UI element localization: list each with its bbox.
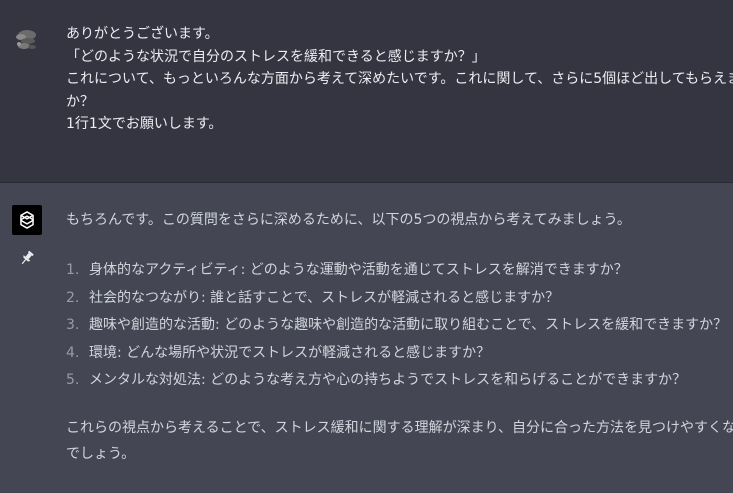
assistant-message: もちろんです。この質問をさらに深めるために、以下の5つの視点から考えてみましょう…	[0, 183, 733, 493]
list-number: 5.	[66, 372, 80, 388]
outro-line: でしょう。	[66, 446, 136, 462]
list-item: 1. 身体的なアクティビティ: どのような運動や活動を通じてストレスを解消できま…	[66, 259, 727, 287]
assistant-outro: これらの視点から考えることで、ストレス緩和に関する理解が深まり、自分に合った方法…	[66, 415, 733, 467]
list-item: 3. 趣味や創造的な活動: どのような趣味や創造的な活動に取り組むことで、ストレ…	[66, 314, 727, 342]
list-number: 3.	[66, 317, 80, 333]
list-number: 2.	[66, 289, 80, 306]
list-text: 社会的なつながり: 誰と話すことで、ストレスが軽減されると感じますか？	[89, 289, 560, 306]
pin-icon[interactable]	[18, 249, 36, 267]
user-line: 1行1文でお願いします。	[66, 116, 223, 133]
user-line: ありがとうございます。	[66, 26, 219, 42]
list-text: 趣味や創造的な活動: どのような趣味や創造的な活動に取り組むことで、ストレスを緩…	[89, 317, 728, 333]
user-message-text: ありがとうございます。 「どのような状況で自分のストレスを緩和できると感じますか…	[66, 23, 733, 136]
user-line: 「どのような状況で自分のストレスを緩和できると感じますか？」	[66, 48, 486, 65]
list-item: 2. 社会的なつながり: 誰と話すことで、ストレスが軽減されると感じますか？	[66, 287, 727, 315]
openai-logo-icon	[12, 205, 42, 235]
list-number: 1.	[66, 262, 80, 278]
list-number: 4.	[66, 344, 80, 361]
user-line: か？	[66, 93, 94, 110]
list-text: 環境: どんな場所や状況でストレスが軽減されると感じますか？	[89, 344, 491, 361]
list-text: メンタルな対処法: どのような考え方や心の持ちようでストレスを和らげることができ…	[89, 372, 687, 388]
user-message: ありがとうございます。 「どのような状況で自分のストレスを緩和できると感じますか…	[0, 0, 733, 183]
list-item: 4. 環境: どんな場所や状況でストレスが軽減されると感じますか？	[66, 342, 727, 370]
assistant-intro: もちろんです。この質問をさらに深めるために、以下の5つの視点から考えてみましょう…	[66, 212, 631, 228]
user-avatar-icon	[10, 24, 42, 56]
outro-line: これらの視点から考えることで、ストレス緩和に関する理解が深まり、自分に合った方法…	[66, 420, 733, 436]
list-item: 5. メンタルな対処法: どのような考え方や心の持ちようでストレスを和らげること…	[66, 369, 727, 397]
assistant-list: 1. 身体的なアクティビティ: どのような運動や活動を通じてストレスを解消できま…	[66, 259, 727, 397]
list-text: 身体的なアクティビティ: どのような運動や活動を通じてストレスを解消できますか？	[89, 262, 628, 278]
user-line: これについて、もっといろんな方面から考えて深めたいです。これに関して、さらに5個…	[66, 71, 733, 88]
